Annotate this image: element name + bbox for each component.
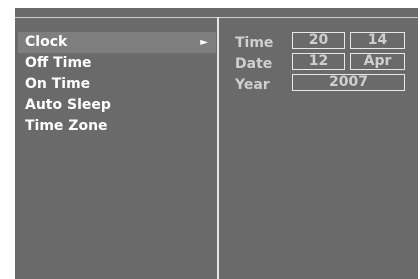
osd-menu-window: Clock ► Off Time On Time Auto Sleep Time… [15, 8, 418, 279]
hour-field[interactable]: 20 [292, 32, 345, 49]
menu-item-time-zone[interactable]: Time Zone [18, 116, 216, 137]
menu-item-label: Off Time [25, 55, 92, 71]
clock-settings-panel: Time 20 14 Date 12 Apr Year 2007 [219, 18, 418, 279]
menu-item-auto-sleep[interactable]: Auto Sleep [18, 95, 216, 116]
year-field[interactable]: 2007 [292, 74, 405, 91]
month-field[interactable]: Apr [350, 53, 405, 70]
menu-panel: Clock ► Off Time On Time Auto Sleep Time… [15, 18, 216, 279]
minute-field[interactable]: 14 [350, 32, 405, 49]
menu-item-label: Clock [25, 34, 68, 50]
menu-item-on-time[interactable]: On Time [18, 74, 216, 95]
date-label: Date [235, 56, 273, 72]
menu-item-label: Time Zone [25, 118, 108, 134]
time-label: Time [235, 35, 274, 51]
submenu-arrow-icon: ► [200, 37, 208, 48]
day-field[interactable]: 12 [292, 53, 345, 70]
menu-item-label: Auto Sleep [25, 97, 111, 113]
menu-item-clock[interactable]: Clock ► [18, 32, 216, 53]
menu-item-label: On Time [25, 76, 91, 92]
year-label: Year [235, 77, 270, 93]
menu-item-off-time[interactable]: Off Time [18, 53, 216, 74]
